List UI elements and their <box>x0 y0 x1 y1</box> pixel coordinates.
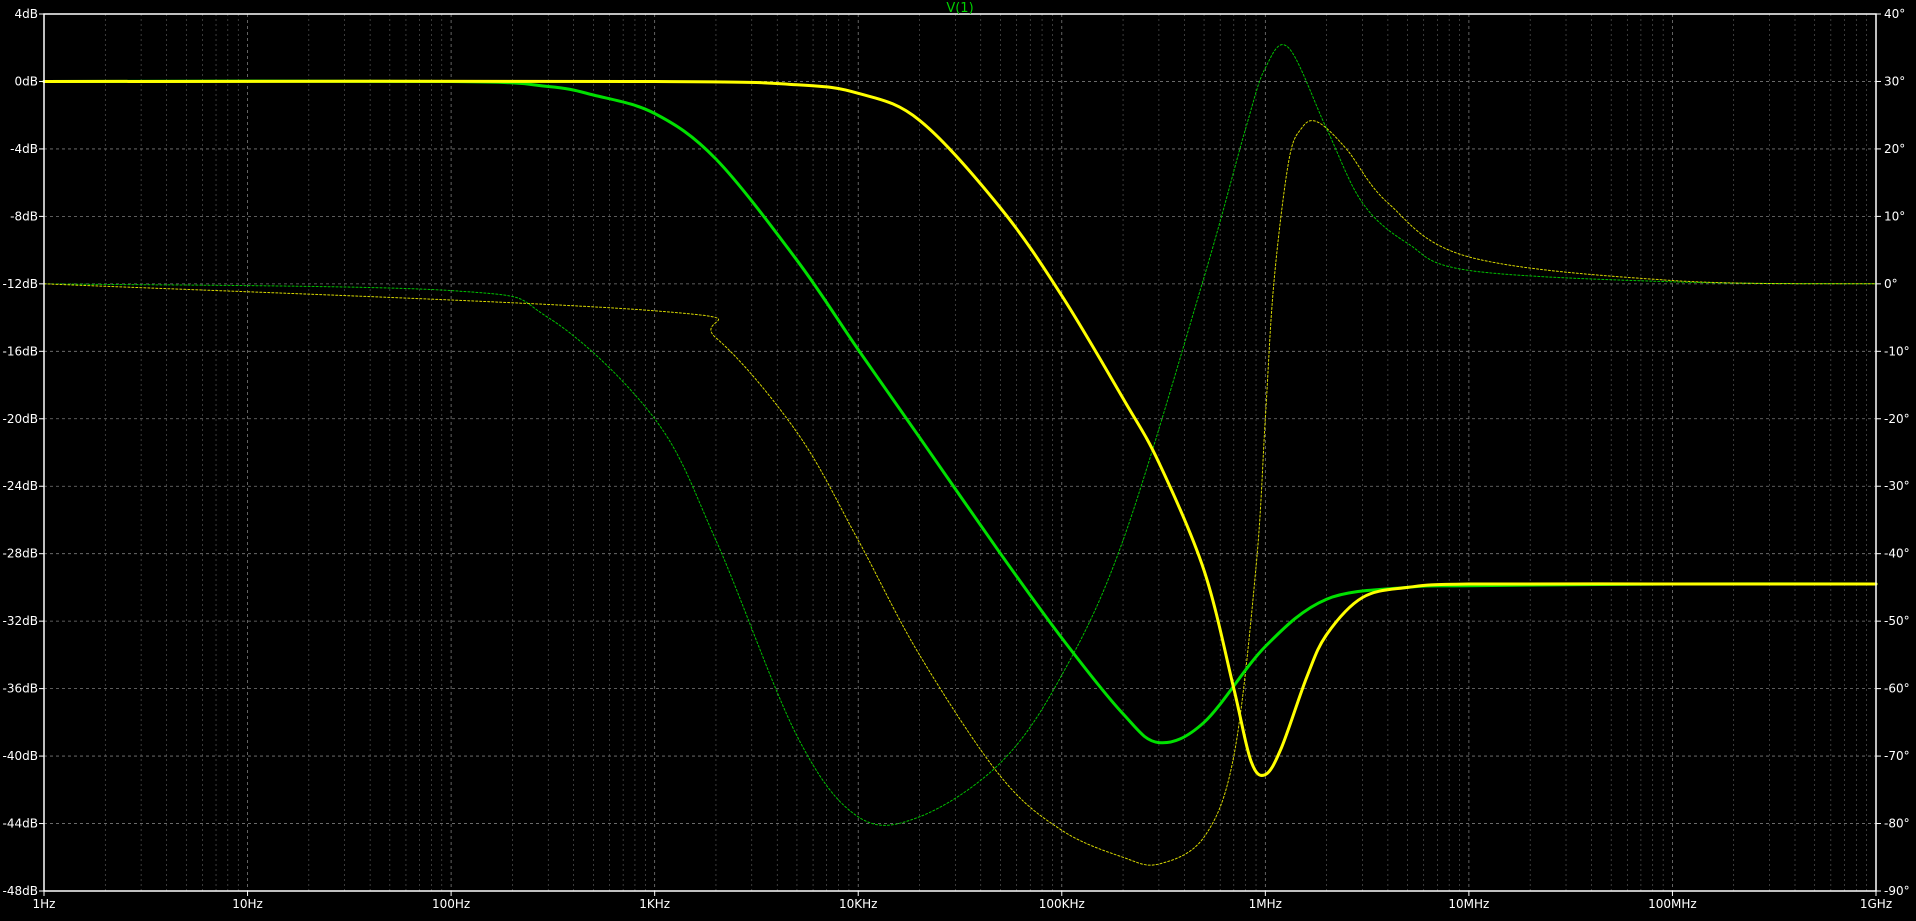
x-tick-label: 10Hz <box>232 897 263 911</box>
y-right-tick-label: -10° <box>1884 344 1910 358</box>
y-left-tick-label: -28dB <box>3 547 38 561</box>
y-left-tick-label: -16dB <box>3 344 38 358</box>
y-left-tick-label: -12dB <box>3 277 38 291</box>
bode-plot-window: 1Hz 10Hz 100Hz 1KHz 10KHz 100KHz 1MHz 10MHz 100M… <box>0 0 1916 917</box>
y-right-tick-label: -50° <box>1884 614 1910 628</box>
y-right-tick-label: -80° <box>1884 817 1910 831</box>
y-right-tick-label: -60° <box>1884 682 1910 696</box>
x-tick-label: 10MHz <box>1448 897 1489 911</box>
y-left-tick-label: -32dB <box>3 614 38 628</box>
x-tick-label: 10KHz <box>839 897 877 911</box>
y-right-tick-label: -90° <box>1884 884 1910 898</box>
x-tick-label: 1MHz <box>1249 897 1282 911</box>
chart-title[interactable]: V(1) <box>946 1 973 16</box>
plot-background <box>0 0 1916 917</box>
y-left-tick-label: -24dB <box>3 479 38 493</box>
x-tick-label: 1Hz <box>33 897 56 911</box>
y-right-tick-label: 10° <box>1884 209 1905 223</box>
y-left-tick-label: -44dB <box>3 817 38 831</box>
x-tick-label: 100KHz <box>1039 897 1085 911</box>
x-tick-label: 1GHz <box>1860 897 1892 911</box>
y-left-tick-label: -40dB <box>3 749 38 763</box>
y-left-tick-label: 4dB <box>15 7 38 21</box>
y-right-tick-label: 30° <box>1884 74 1905 88</box>
y-right-tick-label: -70° <box>1884 749 1910 763</box>
bode-plot[interactable]: 1Hz 10Hz 100Hz 1KHz 10KHz 100KHz 1MHz 10MHz 100M… <box>0 0 1916 917</box>
y-left-tick-label: 0dB <box>15 74 38 88</box>
y-left-tick-label: -4dB <box>10 142 38 156</box>
y-left-tick-label: -8dB <box>10 209 38 223</box>
x-tick-label: 100MHz <box>1648 897 1697 911</box>
x-tick-label: 1KHz <box>639 897 670 911</box>
y-right-tick-label: 40° <box>1884 7 1905 21</box>
y-right-tick-label: 20° <box>1884 142 1905 156</box>
y-left-tick-label: -20dB <box>3 412 38 426</box>
y-right-tick-label: -30° <box>1884 479 1910 493</box>
x-tick-label: 100Hz <box>432 897 470 911</box>
y-right-tick-label: 0° <box>1884 277 1898 291</box>
y-right-tick-label: -40° <box>1884 547 1910 561</box>
y-right-tick-label: -20° <box>1884 412 1910 426</box>
y-left-tick-label: -48dB <box>3 884 38 898</box>
y-left-tick-label: -36dB <box>3 682 38 696</box>
